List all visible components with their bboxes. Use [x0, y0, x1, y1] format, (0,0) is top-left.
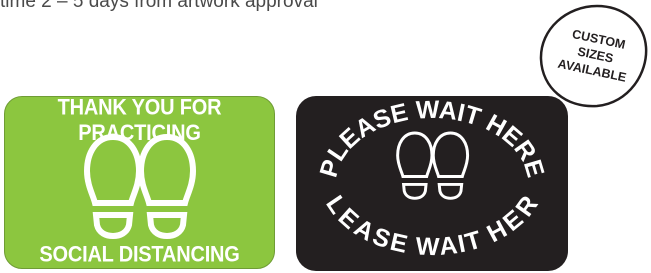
footprints-icon [396, 131, 470, 200]
lead-time-text: time 2 – 5 days from artwork approval [0, 0, 318, 12]
product-page: time 2 – 5 days from artwork approval TH… [0, 0, 651, 273]
please-wait-here-sticker[interactable]: PLEASE WAIT HERE PLEASE WAIT HERE [296, 96, 568, 271]
sticker-top-text: PLEASE WAIT HERE [314, 96, 549, 180]
social-distancing-sticker[interactable]: THANK YOU FOR PRACTICING SOCIAL DISTANCI… [4, 96, 275, 269]
footprints-icon [83, 133, 197, 239]
sticker-bottom-text: SOCIAL DISTANCING [39, 242, 240, 268]
sticker-art: PLEASE WAIT HERE PLEASE WAIT HERE [296, 96, 550, 261]
custom-sizes-badge: CUSTOM SIZES AVAILABLE [539, 4, 648, 108]
